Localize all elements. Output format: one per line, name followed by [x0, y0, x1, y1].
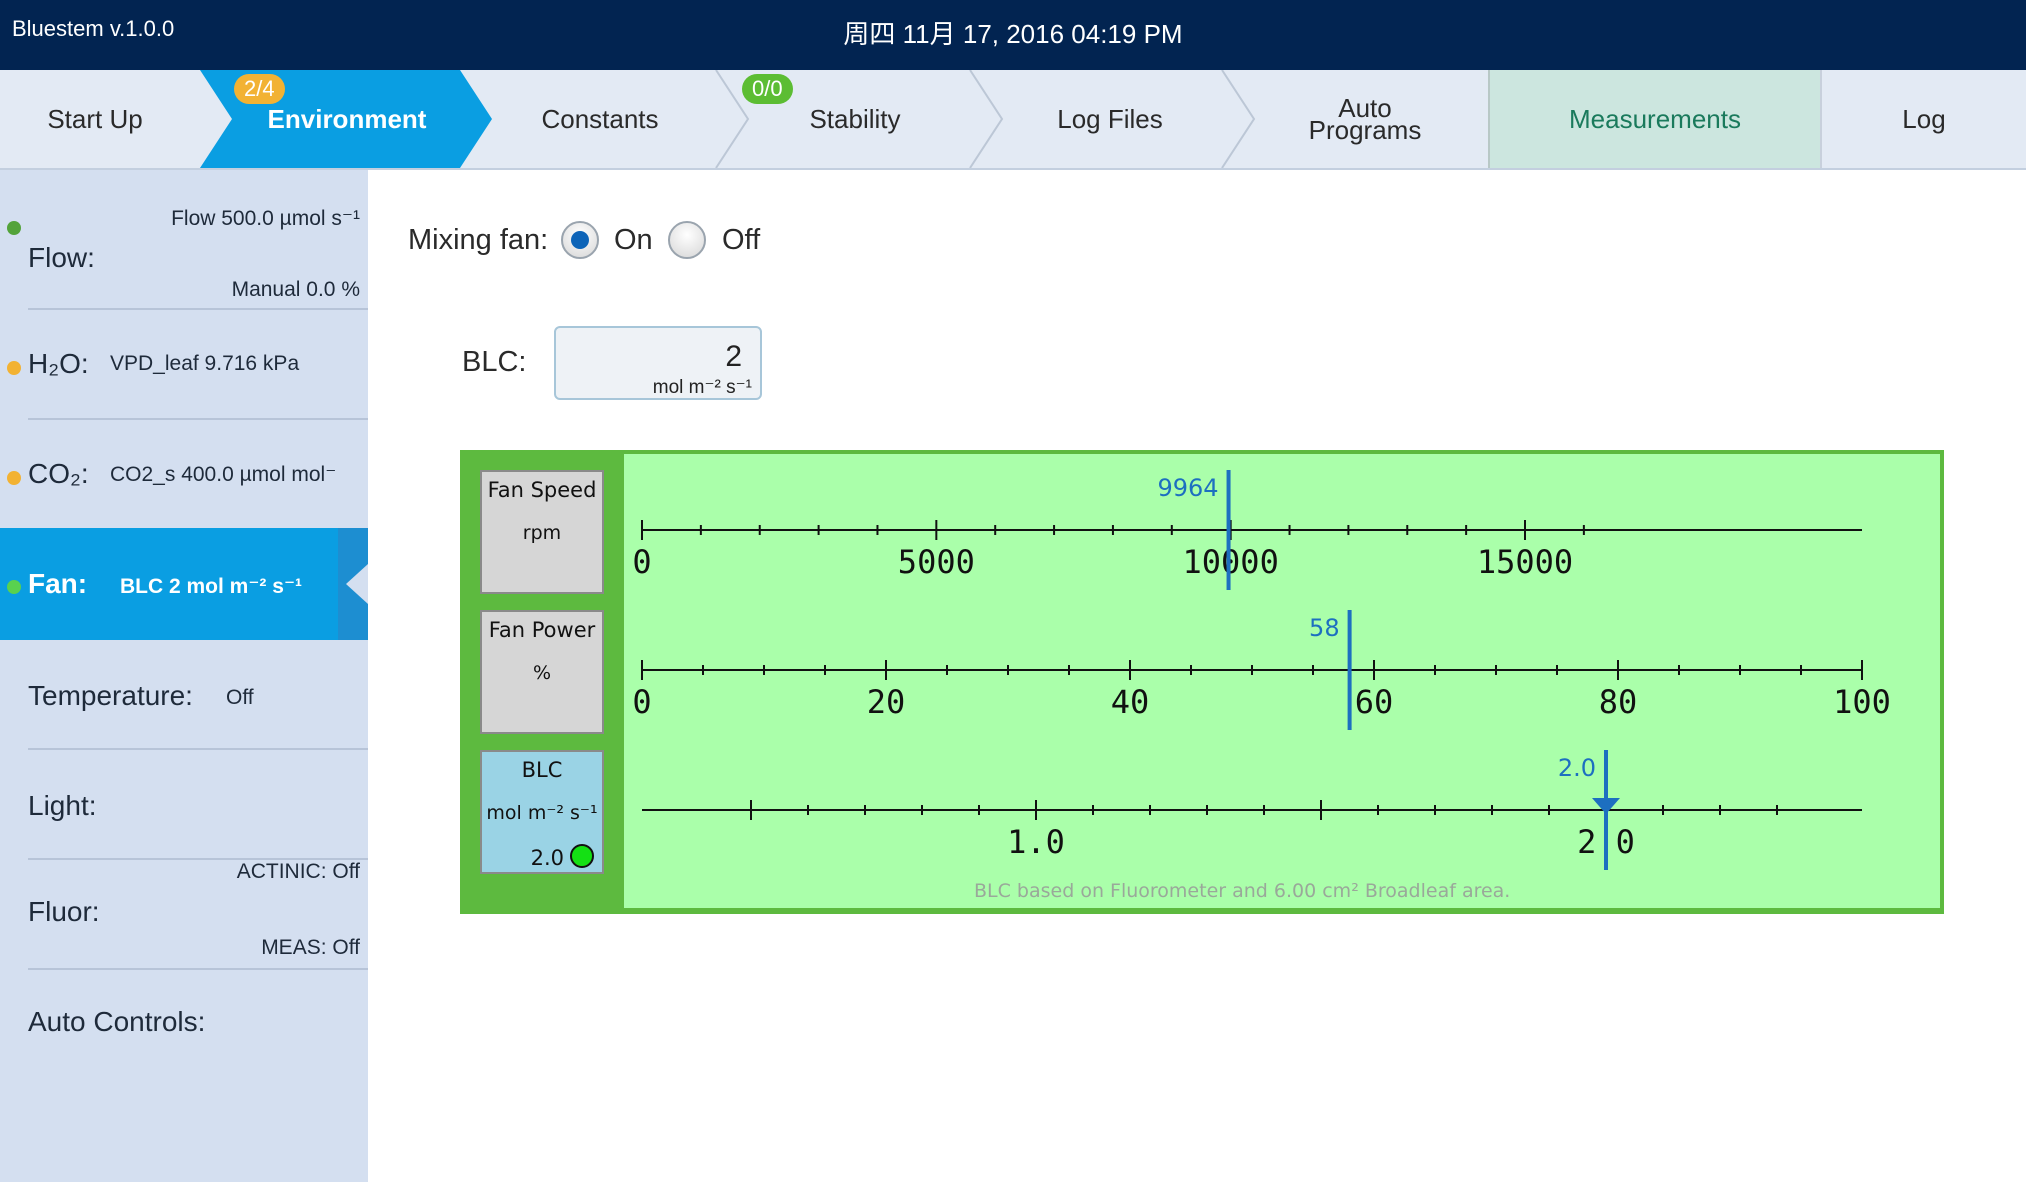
tick-label: 40 [1111, 683, 1150, 721]
blc-note: BLC based on Fluorometer and 6.00 cm² Br… [974, 880, 1511, 902]
value-label: 58 [1309, 614, 1340, 642]
tick-label: 20 [867, 683, 906, 721]
tick-label: 100 [1833, 683, 1891, 721]
tick-label: 60 [1355, 683, 1394, 721]
tick-label: 0 [632, 543, 651, 581]
tick-label: 0 [632, 683, 651, 721]
app-window: Bluestem v.1.0.0 周四 11月 17, 2016 04:19 P… [0, 0, 2026, 1182]
tick-label: 15000 [1477, 543, 1573, 581]
tick-label: 1.0 [1007, 823, 1065, 861]
setpoint-arrow-icon [1592, 798, 1620, 814]
value-label: 2.0 [1558, 754, 1596, 782]
tick-label: 80 [1599, 683, 1638, 721]
tick-label: 10000 [1183, 543, 1279, 581]
tick-label: 5000 [898, 543, 975, 581]
fan-scales: 0 5000 10000 1500099640 20 40 60 80 100581.0 2.02… [632, 470, 1891, 870]
value-label: 9964 [1157, 474, 1218, 502]
